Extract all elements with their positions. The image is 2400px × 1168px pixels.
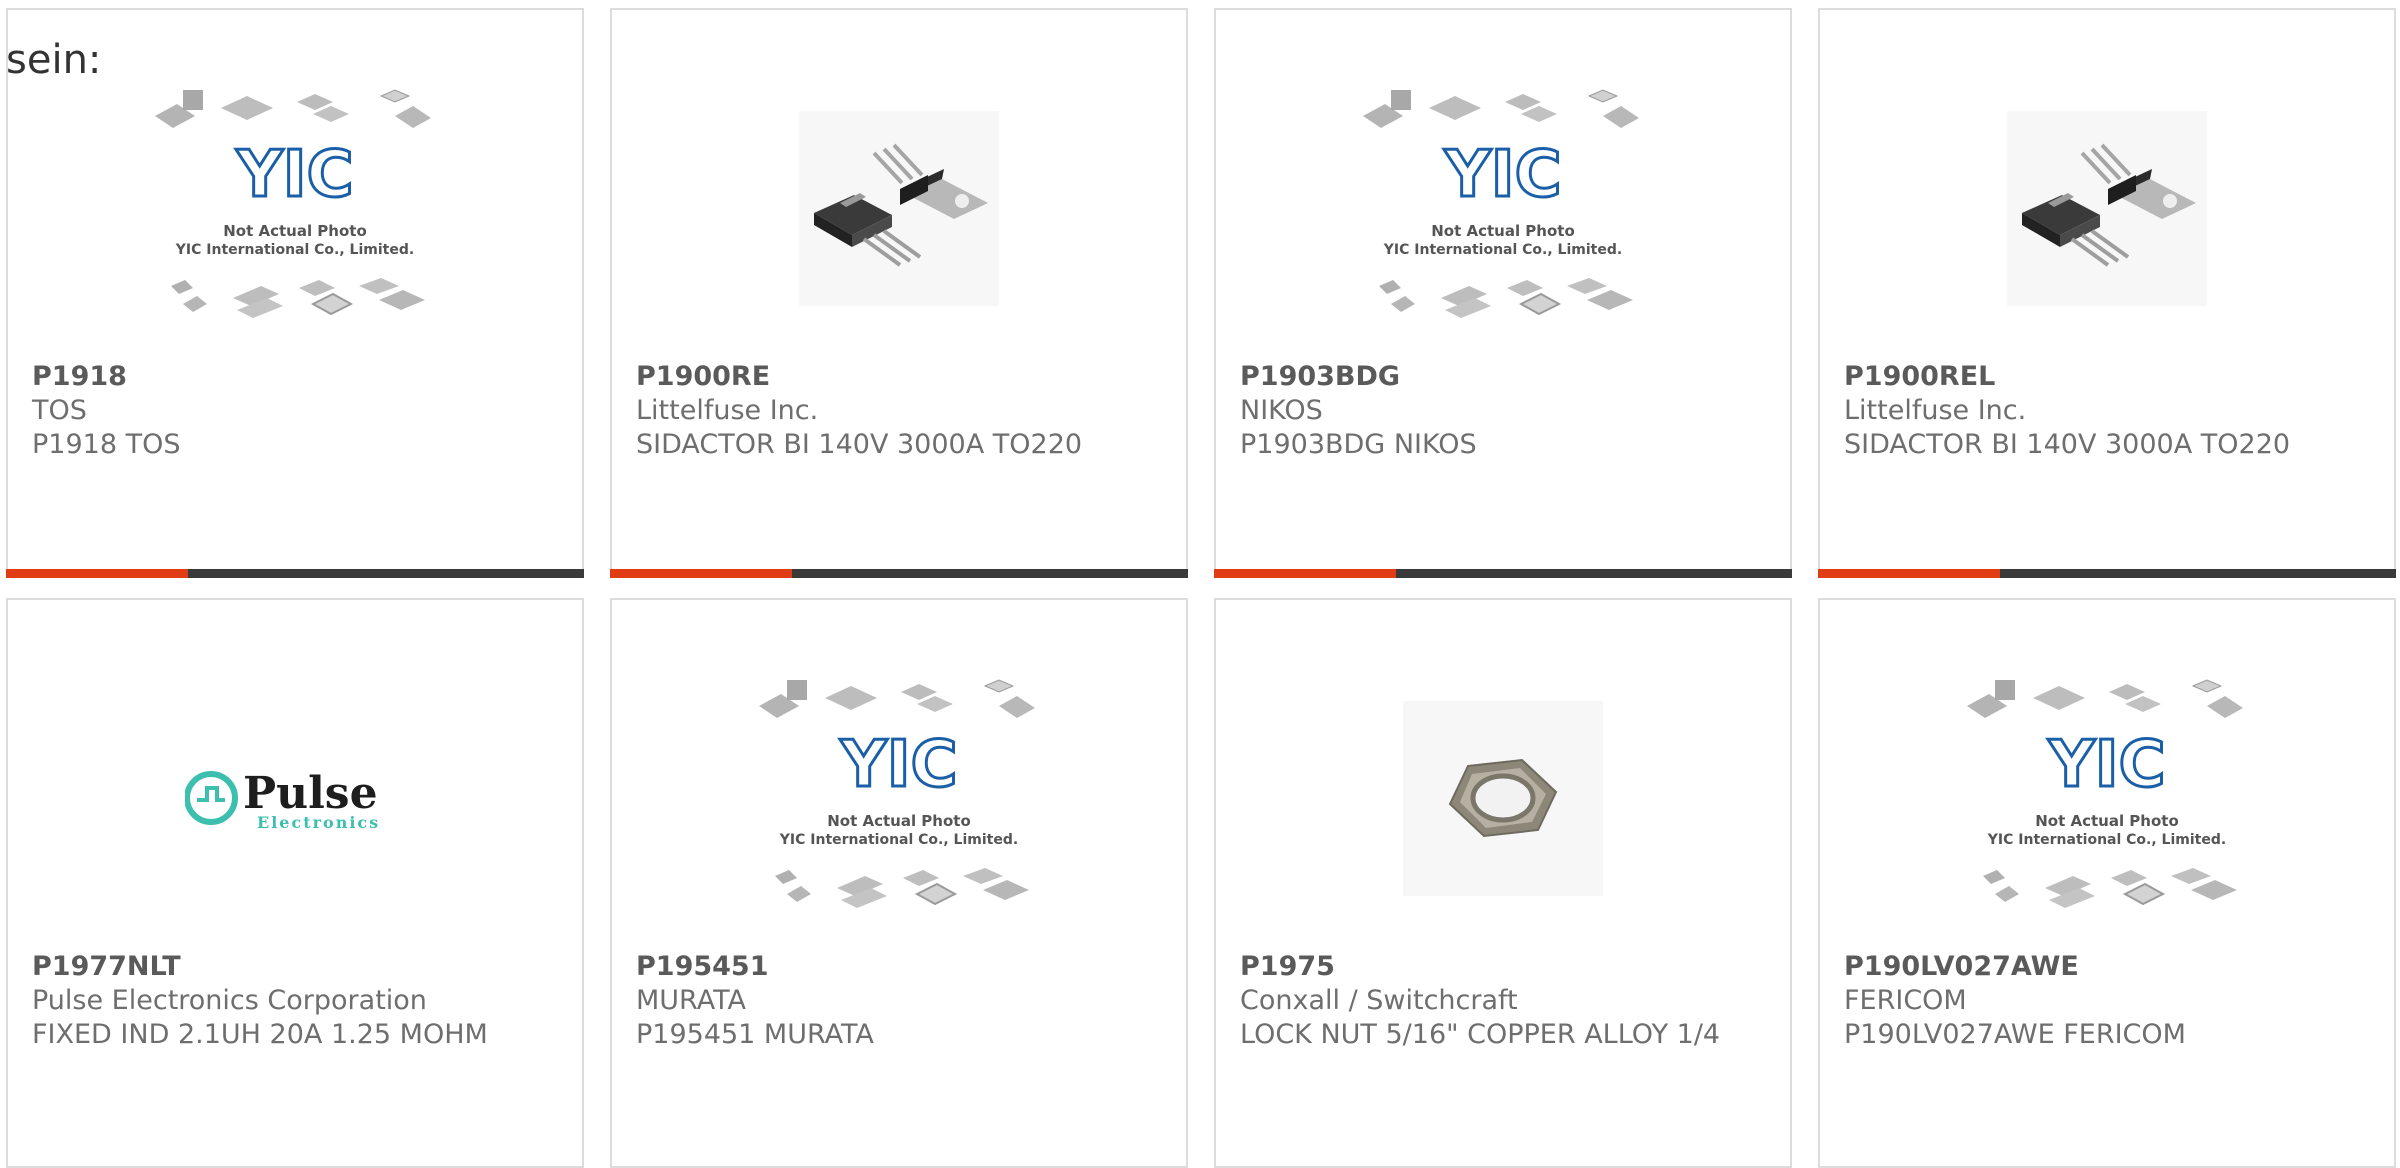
svg-text:YIC International Co., Limited: YIC International Co., Limited.: [1987, 832, 2226, 848]
svg-text:Not Actual Photo: Not Actual Photo: [223, 222, 367, 240]
description: P195451 MURATA: [636, 1019, 874, 1050]
part-number[interactable]: P1977NLT: [32, 950, 562, 984]
to220-photo-icon: [799, 110, 999, 306]
placeholder-icon: YIC Not Actual Photo YIC International C…: [1363, 89, 1640, 319]
product-card[interactable]: P1900REL Littelfuse Inc. SIDACTOR BI 140…: [1818, 8, 2396, 578]
description: LOCK NUT 5/16" COPPER ALLOY 1/4: [1240, 1019, 1721, 1050]
product-image: YIC Not Actual Photo YIC International C…: [1820, 648, 2394, 948]
description: P1918 TOS: [32, 429, 181, 460]
product-card[interactable]: YIC Not Actual Photo YIC International C…: [610, 598, 1188, 1168]
svg-text:YIC International Co., Limited: YIC International Co., Limited.: [1383, 242, 1622, 258]
card-progress-bar: [6, 569, 584, 578]
part-number[interactable]: P1900REL: [1844, 360, 2374, 394]
product-image: Pulse Electronics: [8, 648, 582, 948]
part-number[interactable]: P1918: [32, 360, 562, 394]
product-image: YIC Not Actual Photo YIC International C…: [8, 58, 582, 358]
svg-text:Electronics: Electronics: [257, 813, 380, 832]
placeholder-icon: YIC Not Actual Photo YIC International C…: [155, 89, 432, 319]
manufacturer: Conxall / Switchcraft: [1240, 985, 1518, 1016]
svg-text:YIC International Co., Limited: YIC International Co., Limited.: [779, 832, 1018, 848]
svg-text:YIC: YIC: [1443, 138, 1561, 212]
product-card[interactable]: YIC Not Actual Photo YIC International C…: [6, 8, 584, 578]
product-card[interactable]: YIC Not Actual Photo YIC International C…: [1818, 598, 2396, 1168]
part-number[interactable]: P1975: [1240, 950, 1770, 984]
page-text-fragment: sein:: [6, 37, 102, 83]
product-image: [1216, 648, 1790, 948]
pulse-logo-icon: Pulse Electronics: [185, 768, 380, 832]
description: SIDACTOR BI 140V 3000A TO220: [1844, 429, 2291, 460]
product-image: YIC Not Actual Photo YIC International C…: [612, 648, 1186, 948]
description: SIDACTOR BI 140V 3000A TO220: [636, 429, 1083, 460]
manufacturer: Littelfuse Inc.: [1844, 395, 2027, 426]
lock-nut-photo-icon: [1403, 700, 1603, 896]
manufacturer: FERICOM: [1844, 985, 1967, 1016]
svg-text:Not Actual Photo: Not Actual Photo: [827, 812, 971, 830]
description: FIXED IND 2.1UH 20A 1.25 MOHM: [32, 1019, 488, 1050]
svg-text:YIC: YIC: [235, 138, 353, 212]
svg-text:YIC: YIC: [839, 728, 957, 802]
part-number[interactable]: P190LV027AWE: [1844, 950, 2374, 984]
manufacturer: Pulse Electronics Corporation: [32, 985, 427, 1016]
svg-text:Pulse: Pulse: [243, 768, 378, 819]
placeholder-icon: YIC Not Actual Photo YIC International C…: [759, 679, 1036, 909]
part-number[interactable]: P1900RE: [636, 360, 1166, 394]
part-number[interactable]: P1903BDG: [1240, 360, 1770, 394]
placeholder-icon: YIC Not Actual Photo YIC International C…: [1967, 679, 2244, 909]
manufacturer: Littelfuse Inc.: [636, 395, 819, 426]
card-progress-bar: [1818, 569, 2396, 578]
manufacturer: TOS: [32, 395, 87, 426]
product-card[interactable]: YIC Not Actual Photo YIC International C…: [1214, 8, 1792, 578]
part-number[interactable]: P195451: [636, 950, 1166, 984]
manufacturer: NIKOS: [1240, 395, 1323, 426]
svg-text:YIC International Co., Limited: YIC International Co., Limited.: [175, 242, 414, 258]
svg-text:Not Actual Photo: Not Actual Photo: [2035, 812, 2179, 830]
product-card[interactable]: P1900RE Littelfuse Inc. SIDACTOR BI 140V…: [610, 8, 1188, 578]
product-image: [612, 58, 1186, 358]
card-progress-bar: [610, 569, 1188, 578]
svg-text:Not Actual Photo: Not Actual Photo: [1431, 222, 1575, 240]
manufacturer: MURATA: [636, 985, 746, 1016]
description: P1903BDG NIKOS: [1240, 429, 1477, 460]
product-grid: YIC Not Actual Photo YIC International C…: [0, 0, 2400, 1168]
product-image: [1820, 58, 2394, 358]
product-image: YIC Not Actual Photo YIC International C…: [1216, 58, 1790, 358]
product-card[interactable]: P1975 Conxall / Switchcraft LOCK NUT 5/1…: [1214, 598, 1792, 1168]
description: P190LV027AWE FERICOM: [1844, 1019, 2186, 1050]
product-card[interactable]: Pulse Electronics P1977NLT Pulse Electro…: [6, 598, 584, 1168]
card-progress-bar: [1214, 569, 1792, 578]
svg-text:YIC: YIC: [2047, 728, 2165, 802]
to220-photo-icon: [2007, 110, 2207, 306]
